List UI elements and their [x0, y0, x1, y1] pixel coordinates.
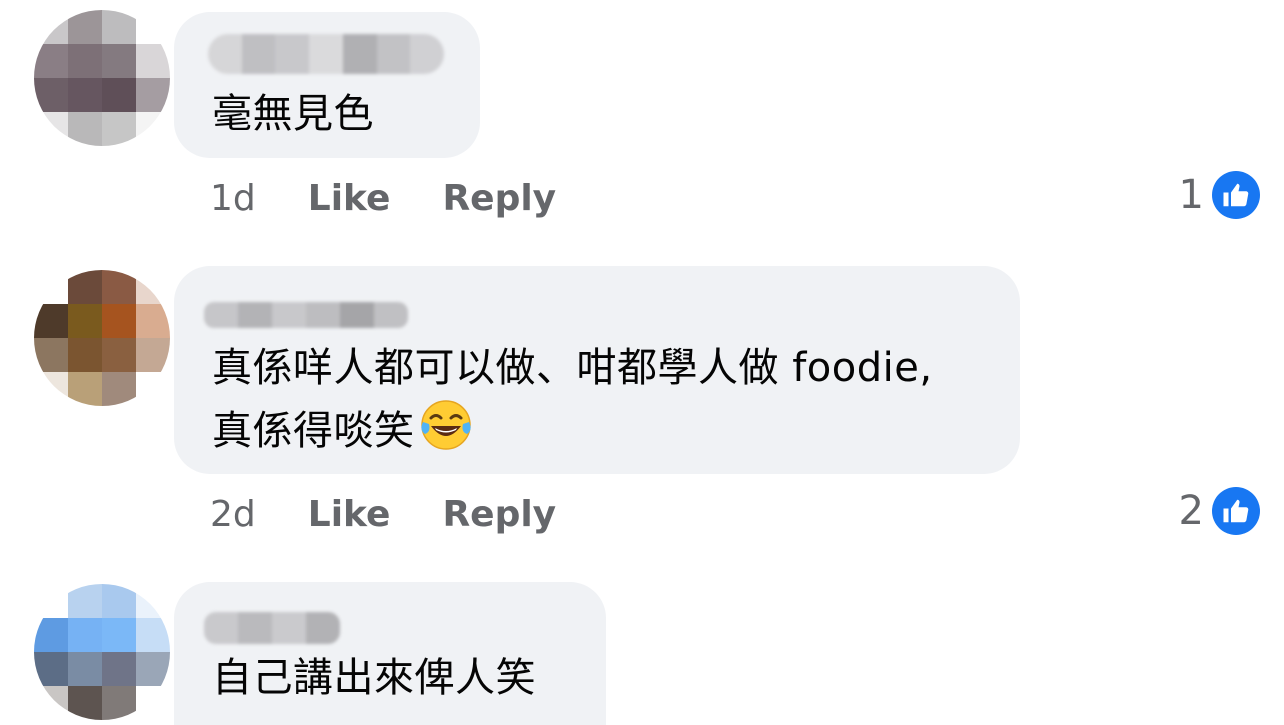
comment-bubble: 毫無見色: [174, 12, 480, 158]
comment-timestamp[interactable]: 1d: [210, 178, 256, 219]
comment-timestamp[interactable]: 2d: [210, 494, 256, 535]
comment-meta: 1d Like Reply: [210, 176, 556, 220]
comment-bubble: 自己講出來俾人笑: [174, 582, 606, 725]
comment-text: 自己講出來俾人笑: [212, 655, 536, 701]
thumbs-up-icon: [1212, 171, 1260, 219]
redacted-author-name[interactable]: [204, 612, 340, 644]
redacted-author-name[interactable]: [204, 302, 408, 328]
reply-button[interactable]: Reply: [442, 494, 556, 535]
redacted-author-name[interactable]: [208, 34, 444, 74]
comment-text-line-2: 真係得啖笑: [212, 398, 473, 461]
avatar[interactable]: [34, 270, 170, 406]
reaction-count[interactable]: 2: [1179, 486, 1260, 536]
comment-text: 毫無見色: [212, 91, 374, 137]
like-button[interactable]: Like: [308, 494, 391, 535]
comment-bubble: 真係咩人都可以做、咁都學人做 foodie, 真係得啖笑: [174, 266, 1020, 474]
comment-text-line-2-text: 真係得啖笑: [212, 408, 415, 454]
laughing-tears-emoji: [420, 400, 471, 450]
comment-text-line-1: 真係咩人都可以做、咁都學人做 foodie,: [212, 345, 933, 391]
reply-button[interactable]: Reply: [442, 178, 556, 219]
like-button[interactable]: Like: [308, 178, 391, 219]
reaction-count-number: 2: [1178, 488, 1204, 534]
avatar[interactable]: [34, 584, 170, 720]
reaction-count[interactable]: 1: [1179, 170, 1260, 220]
avatar[interactable]: [34, 10, 170, 146]
thumbs-up-icon: [1212, 487, 1260, 535]
comment-meta: 2d Like Reply: [210, 492, 556, 536]
reaction-count-number: 1: [1178, 172, 1204, 218]
